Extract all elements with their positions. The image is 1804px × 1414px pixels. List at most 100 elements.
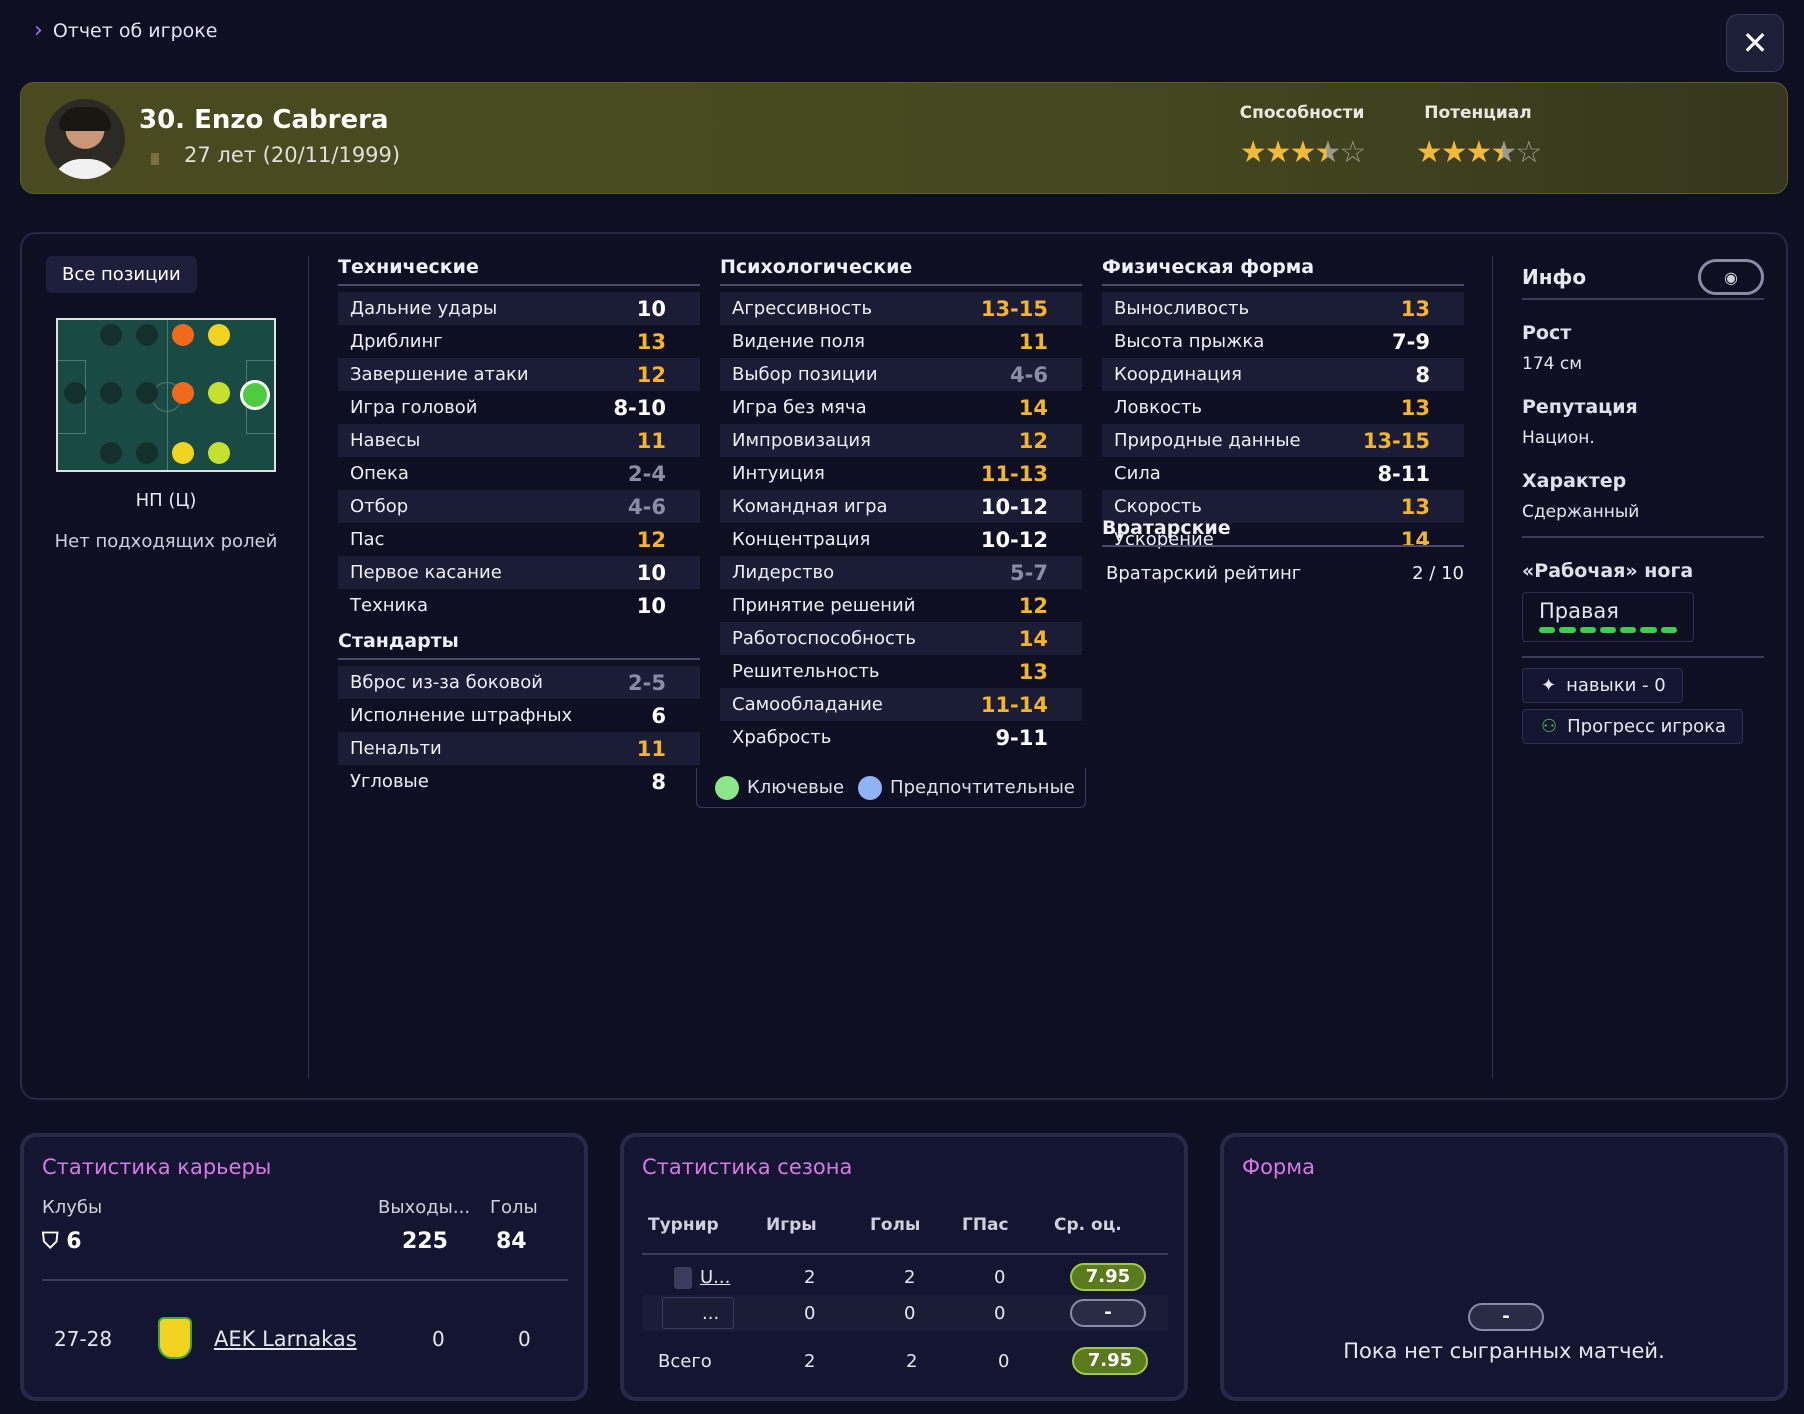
attribute-value: 8 <box>651 769 666 794</box>
nationality-flag-icon <box>151 153 159 165</box>
attribute-row[interactable]: Дальние удары 10 <box>338 292 700 325</box>
divider <box>1492 256 1493 1078</box>
position-dot[interactable] <box>208 382 230 404</box>
attribute-row[interactable]: Отбор 4-6 <box>338 490 700 523</box>
goalkeeping-rating-value: 2 / 10 <box>1412 563 1464 584</box>
setpieces-list: Вброс из-за боковой 2-5 Исполнение штрафны… <box>338 666 700 798</box>
attribute-name: Пенальти <box>350 738 442 759</box>
attribute-row[interactable]: Самообладание 11-14 <box>720 688 1082 721</box>
attribute-name: Командная игра <box>732 496 888 517</box>
player-age: 27 лет (20/11/1999) <box>184 143 401 167</box>
attribute-row[interactable]: Храбрость 9-11 <box>720 721 1082 754</box>
attribute-row[interactable]: Концентрация 10-12 <box>720 523 1082 556</box>
info-toggle-button[interactable]: ◉ <box>1698 259 1764 295</box>
info-panel: Инфо ◉ Рост 174 см Репутация Национ. Хар… <box>1522 256 1764 744</box>
attribute-row[interactable]: Дриблинг 13 <box>338 325 700 358</box>
attribute-name: Интуиция <box>732 463 825 484</box>
attribute-row[interactable]: Импровизация 12 <box>720 424 1082 457</box>
attribute-name: Самообладание <box>732 694 883 715</box>
attribute-row[interactable]: Интуиция 11-13 <box>720 457 1082 490</box>
mental-list: Агрессивность 13-15 Видение поля 11 Выбор по… <box>720 292 1082 754</box>
preferred-foot: Правая <box>1522 592 1694 642</box>
attribute-row[interactable]: Агрессивность 13-15 <box>720 292 1082 325</box>
clubs-count: ⛉ 6 <box>42 1229 82 1254</box>
attribute-row[interactable]: Лидерство 5-7 <box>720 556 1082 589</box>
reputation-label: Репутация <box>1522 396 1638 418</box>
chevron-right-icon: › <box>34 18 43 43</box>
position-dot[interactable] <box>136 324 158 346</box>
season-cell: 0 <box>804 1303 816 1324</box>
reputation-value: Национ. <box>1522 428 1595 448</box>
attribute-row[interactable]: Работоспособность 14 <box>720 622 1082 655</box>
col-rating: Ср. оц. <box>1054 1215 1122 1235</box>
attribute-row[interactable]: Игра без мяча 14 <box>720 391 1082 424</box>
attribute-name: Концентрация <box>732 529 871 550</box>
position-dot[interactable] <box>100 324 122 346</box>
attribute-row[interactable]: Вброс из-за боковой 2-5 <box>338 666 700 699</box>
position-dot[interactable] <box>64 382 86 404</box>
attribute-row[interactable]: Пас 12 <box>338 523 700 556</box>
attribute-row[interactable]: Выбор позиции 4-6 <box>720 358 1082 391</box>
attribute-row[interactable]: Опека 2-4 <box>338 457 700 490</box>
col-games: Игры <box>766 1215 817 1235</box>
season-stats-card: Статистика сезона Турнир Игры Голы ГПас … <box>620 1133 1188 1401</box>
attribute-name: Видение поля <box>732 331 865 352</box>
selected-position-dot[interactable] <box>240 380 270 410</box>
all-positions-button[interactable]: Все позиции <box>46 256 197 293</box>
legend-key[interactable]: Ключевые <box>715 775 844 800</box>
position-dot[interactable] <box>100 442 122 464</box>
breadcrumb[interactable]: › Отчет об игроке <box>34 18 217 43</box>
position-dot[interactable] <box>136 442 158 464</box>
form-empty-text: Пока нет сыгранных матчей. <box>1343 1339 1665 1363</box>
player-header: 30. Enzo Cabrera 27 лет (20/11/1999) Спо… <box>20 82 1788 194</box>
attribute-row[interactable]: Сила 8-11 <box>1102 457 1464 490</box>
attribute-value: 10 <box>636 560 666 585</box>
attribute-row[interactable]: Выносливость 13 <box>1102 292 1464 325</box>
attribute-row[interactable]: Первое касание 10 <box>338 556 700 589</box>
attribute-row[interactable]: Угловые 8 <box>338 765 700 798</box>
position-dot[interactable] <box>136 382 158 404</box>
attribute-value: 13 <box>1400 296 1430 321</box>
attribute-row[interactable]: Природные данные 13-15 <box>1102 424 1464 457</box>
position-dot[interactable] <box>172 382 194 404</box>
attribute-name: Сила <box>1114 463 1161 484</box>
attribute-name: Решительность <box>732 661 880 682</box>
attribute-row[interactable]: Навесы 11 <box>338 424 700 457</box>
attribute-value: 9-11 <box>995 725 1048 750</box>
attribute-name: Принятие решений <box>732 595 916 616</box>
attribute-row[interactable]: Исполнение штрафных 6 <box>338 699 700 732</box>
attribute-value: 12 <box>636 362 666 387</box>
tournament-link[interactable]: ... <box>702 1303 719 1324</box>
close-button[interactable]: ✕ <box>1726 14 1784 72</box>
position-dot[interactable] <box>208 442 230 464</box>
attribute-row[interactable]: Ловкость 13 <box>1102 391 1464 424</box>
attribute-row[interactable]: Видение поля 11 <box>720 325 1082 358</box>
shield-icon: ⛉ <box>42 1229 59 1254</box>
attribute-row[interactable]: Игра головой 8-10 <box>338 391 700 424</box>
position-dot[interactable] <box>172 324 194 346</box>
legend-preferred[interactable]: Предпочтительные <box>858 775 1075 800</box>
position-dot[interactable] <box>208 324 230 346</box>
attribute-row[interactable]: Решительность 13 <box>720 655 1082 688</box>
attribute-row[interactable]: Командная игра 10-12 <box>720 490 1082 523</box>
attribute-value: 8-10 <box>613 395 666 420</box>
attribute-row[interactable]: Координация 8 <box>1102 358 1464 391</box>
potential-rating: Потенциал ★★★★☆ <box>1403 103 1553 170</box>
position-dot[interactable] <box>172 442 194 464</box>
tournament-link[interactable]: U... <box>700 1267 730 1288</box>
attribute-row[interactable]: Завершение атаки 12 <box>338 358 700 391</box>
attribute-row[interactable]: Техника 10 <box>338 589 700 622</box>
close-icon: ✕ <box>1741 24 1769 62</box>
attribute-value: 12 <box>636 527 666 552</box>
position-name: НП (Ц) <box>135 490 197 511</box>
attribute-row[interactable]: Высота прыжка 7-9 <box>1102 325 1464 358</box>
club-link[interactable]: AEK Larnakas <box>214 1327 357 1351</box>
potential-label: Потенциал <box>1424 103 1532 123</box>
player-progress-button[interactable]: ⚇ Прогресс игрока <box>1522 709 1744 744</box>
attribute-row[interactable]: Принятие решений 12 <box>720 589 1082 622</box>
skills-button[interactable]: ✦ навыки - 0 <box>1522 668 1683 703</box>
attribute-row[interactable]: Пенальти 11 <box>338 732 700 765</box>
position-dot[interactable] <box>100 382 122 404</box>
avatar <box>45 99 125 179</box>
attribute-value: 14 <box>1018 626 1048 651</box>
